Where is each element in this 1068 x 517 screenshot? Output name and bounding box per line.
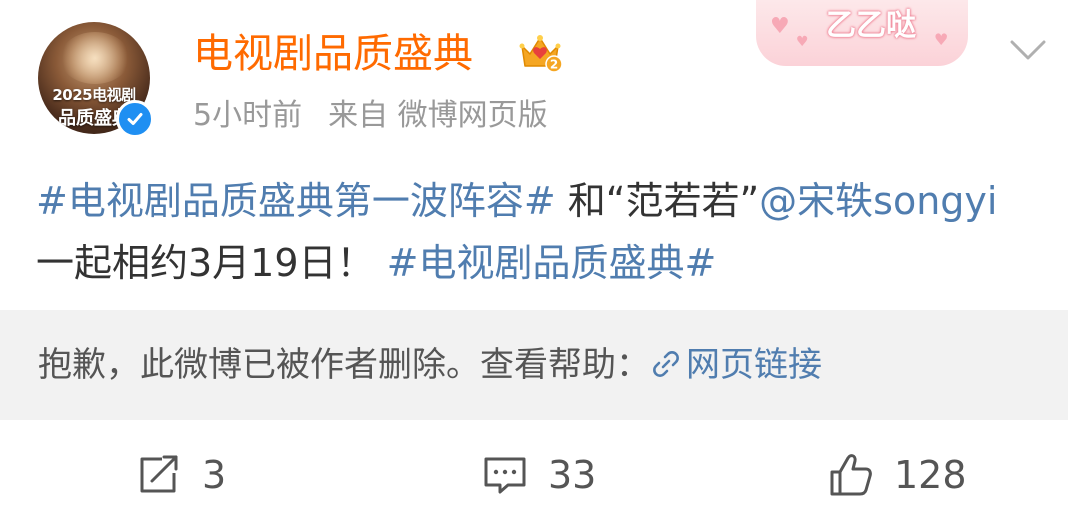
notice-text-row: 抱歉，此微博已被作者删除。查看帮助： 网页链接	[38, 340, 822, 390]
post-source: 来自 微博网页版	[328, 98, 548, 133]
post-text: 一起相约3月19日！	[36, 241, 387, 285]
username[interactable]: 电视剧品质盛典	[193, 30, 473, 78]
deleted-notice: 抱歉，此微博已被作者删除。查看帮助： 网页链接	[0, 310, 1068, 420]
web-link-label: 网页链接	[686, 345, 822, 385]
hashtag-link[interactable]: #电视剧品质盛典第一波阵容#	[36, 179, 556, 223]
crown-icon[interactable]: 2	[517, 32, 563, 74]
repost-count: 3	[202, 453, 227, 497]
comment-icon	[484, 457, 526, 494]
web-link[interactable]: 网页链接	[650, 345, 822, 385]
link-icon	[653, 351, 679, 377]
heart-icon: ♥	[934, 30, 949, 49]
weibo-post: 2025电视剧 品质盛典 电视剧品质盛典 2 5小时前 来自 微博网页版 ♥ ♥ …	[0, 0, 1068, 517]
mention-link[interactable]: @宋轶songyi	[759, 179, 997, 223]
decorative-sticker: ♥ ♥ ♥ 乙乙哒	[756, 0, 968, 66]
notice-message: 抱歉，此微博已被作者删除。查看帮助：	[38, 345, 650, 385]
svg-text:2: 2	[550, 58, 558, 72]
post-text: 和“范若若”	[555, 179, 760, 223]
action-bar: 3 33 128	[0, 440, 1068, 510]
like-count: 128	[894, 453, 967, 497]
comment-button[interactable]: 33	[482, 440, 596, 510]
avatar-glow	[60, 32, 130, 84]
post-time[interactable]: 5小时前	[193, 98, 302, 133]
heart-icon: ♥	[796, 34, 809, 50]
post-content: #电视剧品质盛典第一波阵容# 和“范若若”@宋轶songyi 一起相约3月19日…	[36, 170, 1026, 294]
chevron-down-icon[interactable]	[1006, 32, 1050, 68]
comment-count: 33	[548, 453, 597, 497]
sticker-text: 乙乙哒	[826, 8, 916, 43]
repost-icon	[140, 455, 178, 493]
hashtag-link[interactable]: #电视剧品质盛典#	[387, 241, 717, 285]
post-meta: 5小时前 来自 微博网页版	[193, 96, 548, 136]
thumbs-up-icon	[830, 454, 872, 496]
like-button[interactable]: 128	[828, 440, 967, 510]
verified-check-icon	[116, 100, 154, 138]
repost-button[interactable]: 3	[136, 440, 226, 510]
heart-icon: ♥	[770, 14, 790, 39]
